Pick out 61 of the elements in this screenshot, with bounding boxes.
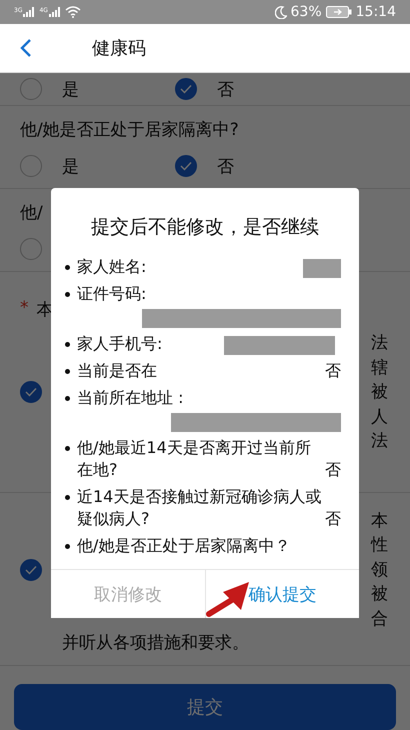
option-label: 否 [217, 78, 234, 100]
bullet-icon [65, 446, 70, 451]
bullet-icon [65, 265, 70, 270]
item-label: 他/她最近14天是否离开过当前所在地? [77, 437, 312, 481]
consent-text: 辖 [371, 356, 389, 380]
answer-value: 否 [325, 508, 341, 530]
consent-text: 法 [371, 430, 389, 453]
question-text: 他/她是否正处于居家隔离中? [20, 119, 240, 142]
radio-button[interactable] [20, 155, 42, 177]
check-icon [180, 161, 192, 171]
signal-icon [48, 7, 61, 17]
item-label: 证件号码: [77, 283, 148, 305]
check-icon [25, 564, 37, 575]
bullet-icon [65, 544, 70, 549]
page-title: 健康码 [92, 37, 146, 60]
confirm-button[interactable]: 确认提交 [204, 570, 359, 618]
option-label: 否 [217, 156, 234, 178]
dialog-title: 提交后不能修改，是否继续 [90, 215, 320, 240]
item-label: 当前是否在 [77, 360, 158, 382]
consent-text: 被 [371, 381, 389, 404]
radio-button[interactable] [20, 238, 42, 260]
answer-value: 否 [325, 459, 341, 481]
consent-text: 领 [371, 558, 389, 582]
consent-text: 性 [371, 534, 389, 557]
redaction-bar [303, 259, 341, 278]
consent-text: 法 [371, 332, 389, 355]
submit-button[interactable]: 提交 [14, 684, 396, 730]
consent-text: 并听从各项措施和要求。 [62, 632, 250, 655]
question-text: 他/ [20, 202, 44, 225]
answer-value: 否 [325, 360, 341, 382]
bullet-icon [65, 369, 70, 374]
option-label: 是 [62, 156, 79, 178]
section-title: 本 [36, 299, 54, 321]
bullet-icon [65, 495, 70, 500]
bullet-icon [65, 396, 70, 401]
item-label: 家人手机号: [77, 333, 164, 355]
battery-percent: 63% [290, 4, 322, 20]
signal-icon [23, 7, 36, 17]
consent-text: 本 [371, 510, 389, 532]
radio-button[interactable] [175, 78, 197, 100]
check-icon [180, 84, 192, 94]
clock-time: 15:14 [356, 4, 396, 20]
radio-button[interactable] [20, 78, 42, 100]
radio-button[interactable] [175, 155, 197, 177]
checkbox[interactable] [20, 558, 42, 581]
check-icon [25, 387, 37, 398]
item-label: 当前所在地址 : [77, 387, 184, 409]
battery-icon [326, 6, 352, 18]
checkbox[interactable] [20, 381, 42, 404]
item-label: 家人姓名: [77, 256, 148, 278]
consent-text: 合 [371, 608, 389, 630]
item-label: 近14天是否接触过新冠确诊病人或疑似病人? [77, 486, 322, 530]
bullet-icon [65, 292, 70, 297]
moon-icon [274, 6, 287, 18]
item-label: 他/她是否正处于居家隔离中？ [77, 535, 292, 557]
option-label: 是 [62, 78, 79, 100]
wifi-icon [64, 6, 81, 18]
consent-text: 人 [371, 406, 389, 428]
bullet-icon [65, 342, 70, 347]
consent-text: 被 [371, 583, 389, 606]
required-mark: * [20, 298, 28, 320]
